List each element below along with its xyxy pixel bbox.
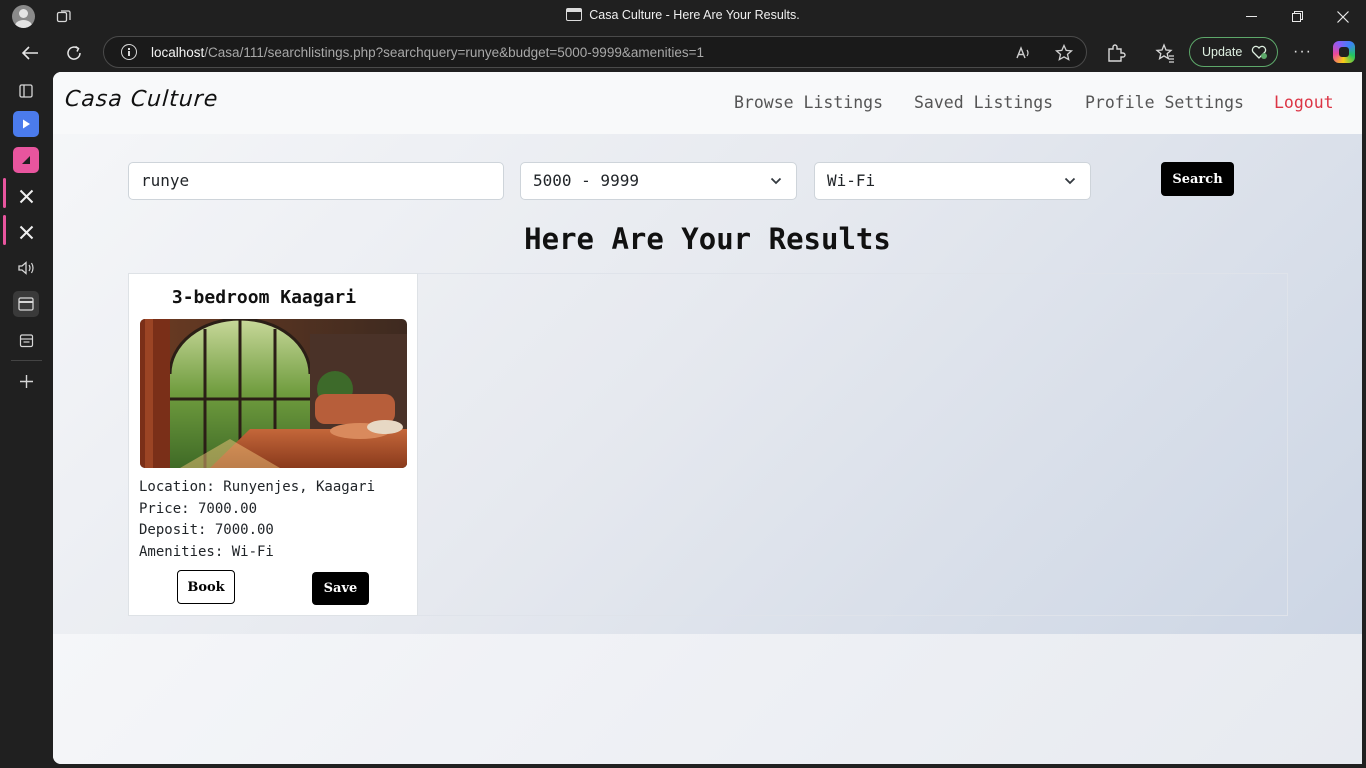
window-title-text: Casa Culture - Here Are Your Results. — [589, 8, 800, 22]
amenities-select-value: Wi-Fi — [827, 171, 876, 190]
calendar-icon — [19, 333, 33, 347]
sidebar-active-indicator — [3, 178, 6, 208]
sidebar-active-indicator-2 — [3, 215, 6, 245]
minimize-button[interactable] — [1228, 0, 1274, 33]
sidebar-x-icon-2[interactable] — [13, 219, 39, 245]
sidebar-x-icon[interactable] — [13, 183, 39, 209]
restore-button[interactable] — [1274, 0, 1320, 33]
search-button[interactable]: Search — [1161, 162, 1234, 196]
copilot-icon[interactable] — [1333, 41, 1355, 63]
close-icon — [1337, 10, 1349, 23]
back-button[interactable] — [16, 39, 44, 67]
browser-sidebar — [0, 72, 53, 768]
window-icon — [18, 297, 34, 311]
page-lower-background — [53, 634, 1362, 764]
results-heading: Here Are Your Results — [524, 222, 891, 256]
url-host: localhost — [151, 45, 205, 60]
url-path: /Casa/111/searchlistings.php?searchquery… — [204, 45, 705, 60]
sidebar-current-tab-icon[interactable] — [13, 291, 39, 317]
address-toolbar: localhost/Casa/111/searchlistings.php?se… — [0, 33, 1366, 72]
amenities-select[interactable]: Wi-Fi — [814, 162, 1091, 200]
plus-icon — [19, 374, 33, 388]
back-arrow-icon — [21, 46, 38, 60]
sidebar-app-pink-icon[interactable] — [13, 147, 39, 173]
search-input[interactable]: runye — [128, 162, 504, 200]
chevron-down-icon — [1064, 177, 1076, 185]
url-text[interactable]: localhost/Casa/111/searchlistings.php?se… — [151, 45, 704, 60]
nav-profile-settings[interactable]: Profile Settings — [1085, 93, 1244, 112]
nav-browse-listings[interactable]: Browse Listings — [734, 93, 883, 112]
window-title: Casa Culture - Here Are Your Results. — [0, 8, 1366, 22]
listing-title: 3-bedroom Kaagari — [171, 287, 357, 308]
budget-select-value: 5000 - 9999 — [533, 171, 639, 190]
chevron-down-icon — [770, 177, 782, 185]
title-bar: Casa Culture - Here Are Your Results. — [0, 0, 1366, 33]
extensions-icon[interactable] — [1105, 42, 1127, 64]
x-logo-icon — [19, 189, 33, 203]
play-icon — [23, 119, 30, 129]
save-button[interactable]: Save — [312, 572, 369, 605]
listing-image[interactable] — [140, 319, 407, 468]
minimize-icon — [1245, 16, 1257, 17]
listing-location: Location: Runyenjes, Kaagari — [139, 479, 376, 495]
sidebar-collections-icon[interactable] — [13, 327, 39, 353]
site-navbar: Casa Culture Browse Listings Saved Listi… — [53, 72, 1362, 134]
speaker-icon — [18, 261, 34, 275]
refresh-button[interactable] — [60, 39, 88, 67]
page-viewport: Casa Culture Browse Listings Saved Listi… — [53, 72, 1362, 764]
listing-price: Price: 7000.00 — [139, 501, 258, 517]
more-options-icon[interactable]: ··· — [1293, 44, 1312, 60]
favorite-star-icon[interactable] — [1054, 43, 1074, 63]
nav-saved-listings[interactable]: Saved Listings — [914, 93, 1053, 112]
update-button[interactable]: Update — [1189, 37, 1278, 67]
sidebar-add-icon[interactable] — [13, 368, 39, 394]
page-favicon-icon — [566, 8, 583, 21]
book-button[interactable]: Book — [177, 570, 235, 604]
nav-logout[interactable]: Logout — [1274, 93, 1334, 112]
sidebar-tab-actions-icon[interactable] — [13, 78, 39, 104]
sidebar-audio-icon[interactable] — [13, 255, 39, 281]
address-bar[interactable]: localhost/Casa/111/searchlistings.php?se… — [103, 36, 1087, 68]
health-heart-icon — [1251, 45, 1267, 59]
arrow-tag-icon — [22, 156, 30, 164]
favorites-icon[interactable] — [1154, 42, 1176, 64]
budget-select[interactable]: 5000 - 9999 — [520, 162, 797, 200]
listing-amenities: Amenities: Wi-Fi — [139, 544, 274, 560]
bedroom-photo-image — [140, 319, 407, 468]
listing-card: 3-bedroom Kaagari Location: Runyenjes, K… — [128, 273, 418, 616]
site-info-icon[interactable] — [121, 44, 137, 60]
x-logo-icon — [19, 225, 33, 239]
refresh-icon — [67, 45, 81, 60]
tab-panel-icon — [19, 84, 33, 98]
sidebar-divider — [11, 360, 42, 361]
update-label: Update — [1202, 45, 1243, 59]
restore-icon — [1291, 11, 1303, 22]
site-brand[interactable]: Casa Culture — [64, 87, 219, 112]
sidebar-app-media-icon[interactable] — [13, 111, 39, 137]
read-aloud-icon[interactable] — [1013, 43, 1033, 63]
close-window-button[interactable] — [1320, 0, 1366, 33]
listing-deposit: Deposit: 7000.00 — [139, 522, 274, 538]
